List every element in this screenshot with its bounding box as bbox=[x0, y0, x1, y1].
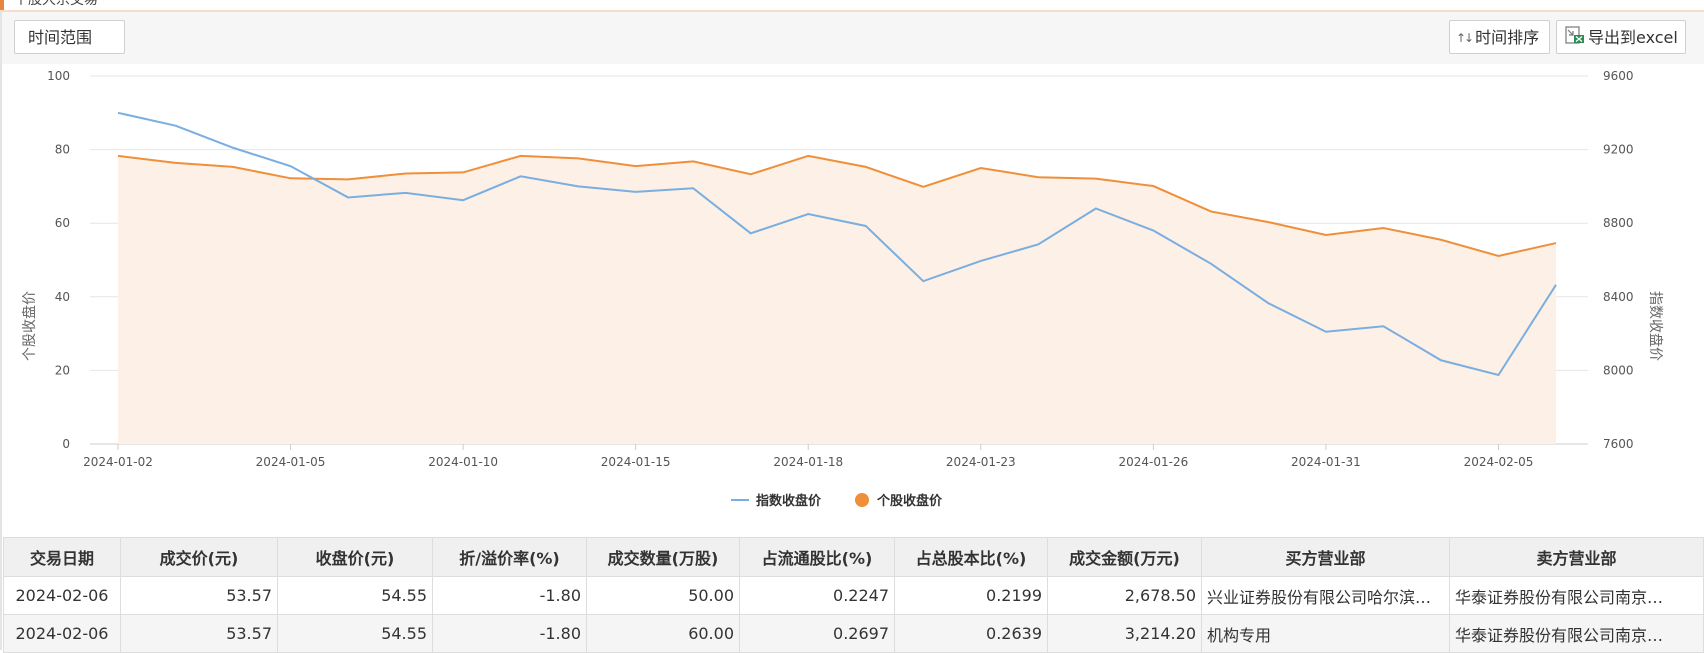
x-tick-label: 2024-01-26 bbox=[1118, 455, 1188, 469]
x-tick-label: 2024-01-23 bbox=[946, 455, 1016, 469]
section-title: 个股大宗交易 bbox=[14, 0, 98, 8]
sort-arrows-icon: ↑↓ bbox=[1456, 30, 1474, 45]
time-sort-label: 时间排序 bbox=[1475, 28, 1540, 47]
y-tick-label: 100 bbox=[47, 69, 70, 83]
table-cell: 50.00 bbox=[586, 576, 740, 615]
table-cell: 0.2639 bbox=[894, 614, 1048, 653]
table-cell: 0.2247 bbox=[739, 576, 895, 615]
time-range-button[interactable]: 时间范围 bbox=[14, 20, 125, 54]
legend-stock-swatch bbox=[855, 493, 869, 507]
table-body: 2024-02-06 53.57 54.55 -1.80 50.00 0.2247 0.21… bbox=[3, 576, 1704, 653]
column-header[interactable]: 买方营业部 bbox=[1201, 537, 1450, 577]
table-cell: 2024-02-06 bbox=[3, 576, 121, 615]
y2-tick-label: 7600 bbox=[1603, 437, 1634, 451]
x-tick-label: 2024-01-05 bbox=[256, 455, 326, 469]
y-axis-right-title: 指数收盘价 bbox=[1647, 291, 1664, 361]
toolbar: 时间范围 ↑↓ 时间排序 导出到excel bbox=[2, 12, 1704, 64]
table-cell: 53.57 bbox=[120, 576, 278, 615]
x-tick-label: 2024-01-31 bbox=[1291, 455, 1361, 469]
stock-area-fill bbox=[118, 155, 1556, 444]
y2-tick-label: 8000 bbox=[1603, 363, 1634, 377]
y2-tick-label: 8400 bbox=[1603, 290, 1634, 304]
block-trade-table: 交易日期 成交价(元) 收盘价(元) 折/溢价率(%) 成交数量(万股) 占流通股比(%)… bbox=[3, 537, 1704, 653]
column-header[interactable]: 占总股本比(%) bbox=[894, 537, 1048, 577]
table-cell: 2,678.50 bbox=[1047, 576, 1202, 615]
column-header[interactable]: 占流通股比(%) bbox=[739, 537, 895, 577]
y2-tick-label: 8800 bbox=[1603, 216, 1634, 230]
table-cell: 0.2199 bbox=[894, 576, 1048, 615]
chart-legend[interactable]: 指数收盘价 个股收盘价 bbox=[731, 493, 943, 509]
y-tick-label: 0 bbox=[62, 437, 70, 451]
y-axis-left: 100 80 60 40 20 0 bbox=[47, 69, 70, 451]
legend-index-label: 指数收盘价 bbox=[756, 493, 822, 509]
x-tick-label: 2024-01-18 bbox=[773, 455, 843, 469]
y-axis-right: 9600 9200 8800 8400 8000 7600 bbox=[1603, 69, 1634, 451]
x-tick-label: 2024-01-15 bbox=[601, 455, 671, 469]
column-header[interactable]: 交易日期 bbox=[3, 537, 121, 577]
export-excel-label: 导出到excel bbox=[1588, 28, 1678, 47]
table-cell: 3,214.20 bbox=[1047, 614, 1202, 653]
y-axis-left-title: 个股收盘价 bbox=[21, 291, 38, 361]
y-tick-label: 60 bbox=[55, 216, 70, 230]
table-cell: 兴业证券股份有限公司哈尔滨… bbox=[1201, 576, 1450, 615]
column-header[interactable]: 收盘价(元) bbox=[277, 537, 433, 577]
table-header-row: 交易日期 成交价(元) 收盘价(元) 折/溢价率(%) 成交数量(万股) 占流通股比(%)… bbox=[3, 537, 1704, 577]
table-cell: -1.80 bbox=[432, 614, 587, 653]
y-tick-label: 40 bbox=[55, 290, 70, 304]
x-tick-label: 2024-01-10 bbox=[428, 455, 498, 469]
y2-tick-label: 9600 bbox=[1603, 69, 1634, 83]
table-cell: 54.55 bbox=[277, 576, 433, 615]
table-cell: -1.80 bbox=[432, 576, 587, 615]
price-chart: 2024-01-02 2024-01-05 2024-01-10 2024-01-15… bbox=[21, 69, 1664, 509]
table-cell: 53.57 bbox=[120, 614, 278, 653]
export-excel-button[interactable]: 导出到excel bbox=[1556, 20, 1686, 54]
column-header[interactable]: 卖方营业部 bbox=[1449, 537, 1704, 577]
x-axis: 2024-01-02 2024-01-05 2024-01-10 2024-01-15… bbox=[83, 444, 1533, 469]
column-header[interactable]: 成交金额(万元) bbox=[1047, 537, 1202, 577]
time-sort-button[interactable]: ↑↓ 时间排序 bbox=[1449, 20, 1550, 54]
time-range-label: 时间范围 bbox=[28, 28, 93, 47]
excel-export-icon bbox=[1565, 22, 1585, 56]
y-tick-label: 80 bbox=[55, 143, 70, 157]
table-row[interactable]: 2024-02-06 53.57 54.55 -1.80 60.00 0.2697 0.26… bbox=[3, 614, 1704, 653]
top-strip: 个股大宗交易 bbox=[0, 0, 1704, 12]
legend-stock-label: 个股收盘价 bbox=[876, 493, 943, 509]
table-cell: 0.2697 bbox=[739, 614, 895, 653]
table-cell: 2024-02-06 bbox=[3, 614, 121, 653]
stock-price-area bbox=[118, 155, 1556, 444]
table-cell: 机构专用 bbox=[1201, 614, 1450, 653]
title-marker bbox=[0, 0, 4, 10]
x-tick-label: 2024-02-05 bbox=[1464, 455, 1534, 469]
table-cell: 华泰证券股份有限公司南京… bbox=[1449, 614, 1704, 653]
x-tick-label: 2024-01-02 bbox=[83, 455, 153, 469]
table-row[interactable]: 2024-02-06 53.57 54.55 -1.80 50.00 0.2247 0.21… bbox=[3, 576, 1704, 615]
table-cell: 华泰证券股份有限公司南京… bbox=[1449, 576, 1704, 615]
table-cell: 60.00 bbox=[586, 614, 740, 653]
column-header[interactable]: 成交价(元) bbox=[120, 537, 278, 577]
table-cell: 54.55 bbox=[277, 614, 433, 653]
y-tick-label: 20 bbox=[55, 363, 70, 377]
column-header[interactable]: 折/溢价率(%) bbox=[432, 537, 587, 577]
column-header[interactable]: 成交数量(万股) bbox=[586, 537, 740, 577]
y2-tick-label: 9200 bbox=[1603, 143, 1634, 157]
